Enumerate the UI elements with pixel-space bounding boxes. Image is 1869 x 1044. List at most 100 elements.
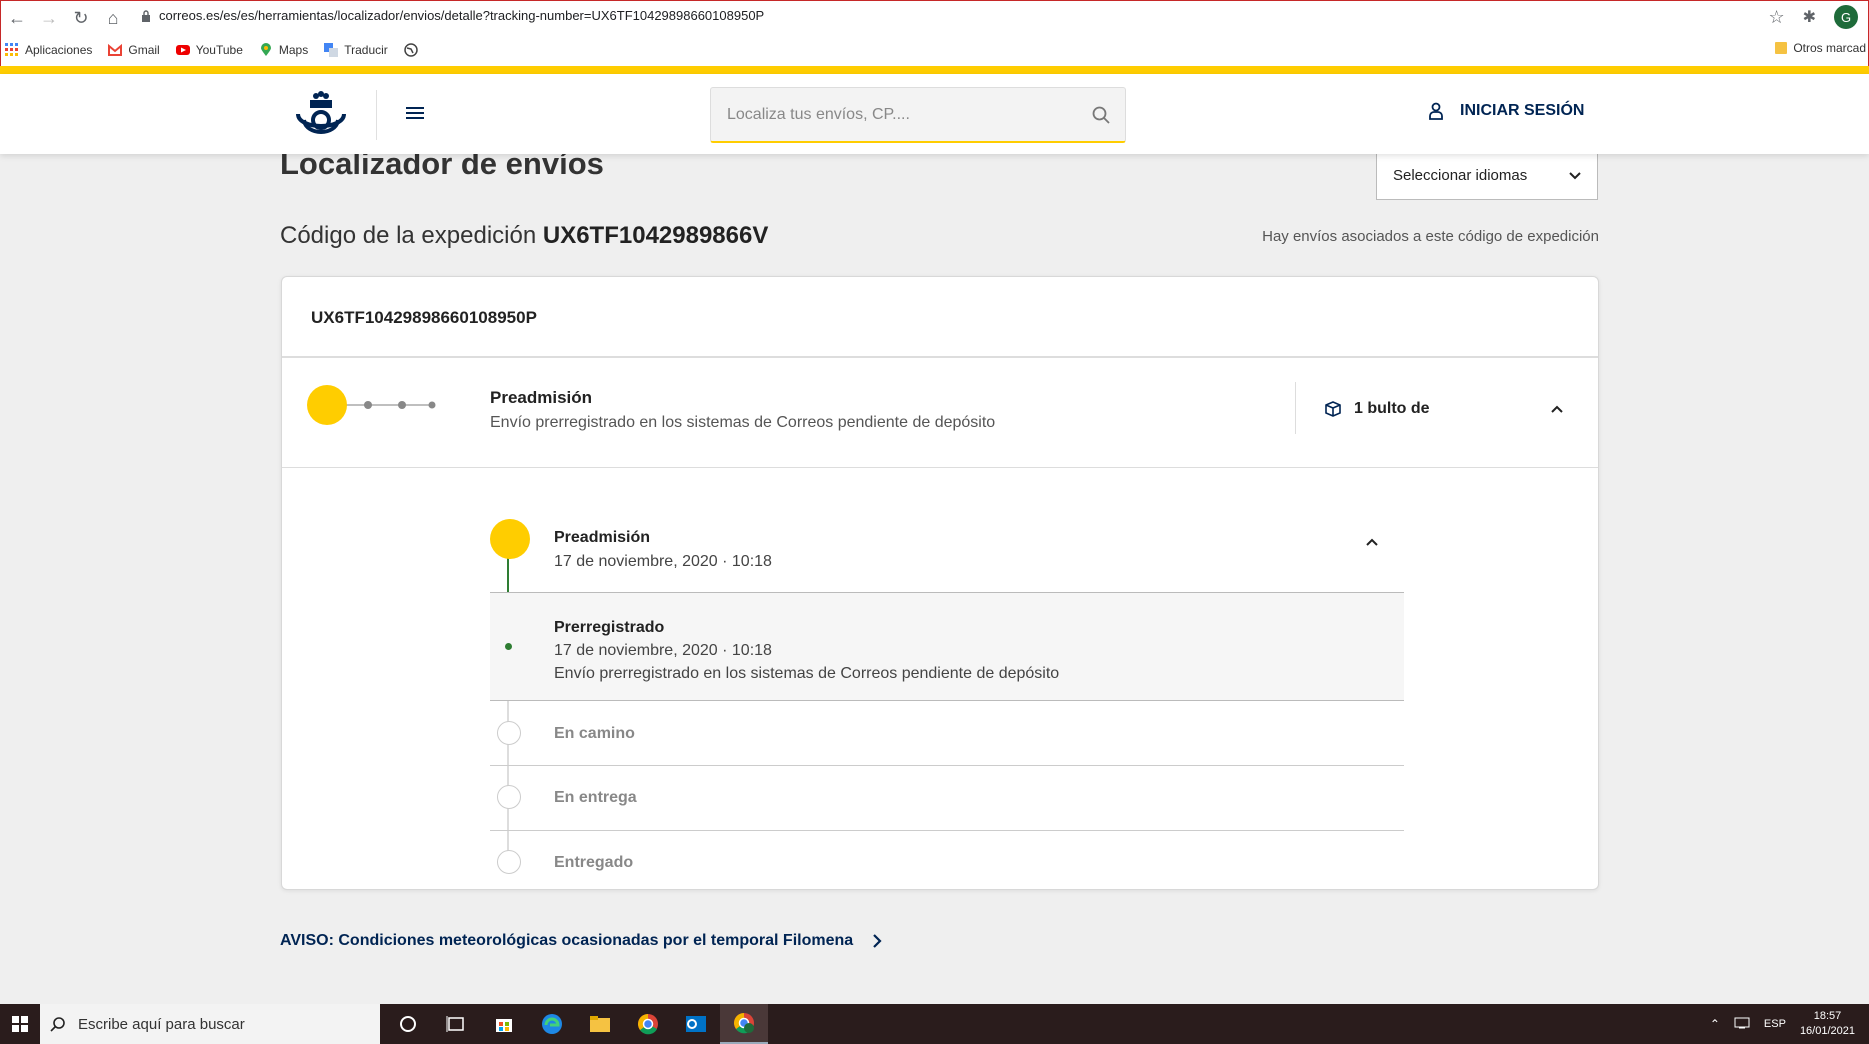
home-icon[interactable]: ⌂ xyxy=(97,2,129,34)
chrome-profile-icon[interactable] xyxy=(720,1004,768,1044)
correos-logo-icon[interactable] xyxy=(294,90,348,140)
file-explorer-icon[interactable] xyxy=(576,1004,624,1044)
bookmark-globe[interactable] xyxy=(404,43,418,57)
timeline-step-entregado: Entregado xyxy=(490,830,1404,894)
bookmark-label: Gmail xyxy=(128,43,160,57)
shipment-summary[interactable]: Preadmisión Envío prerregistrado en los … xyxy=(282,358,1598,468)
step-label: En camino xyxy=(554,725,635,742)
event-date: 17 de noviembre, 2020 · 10:18 xyxy=(554,642,772,659)
other-bookmarks-label: Otros marcad xyxy=(1793,41,1866,55)
login-label: INICIAR SESIÓN xyxy=(1460,102,1585,119)
windows-start-icon[interactable] xyxy=(0,1004,40,1044)
timeline-current-title: Preadmisión xyxy=(554,529,651,546)
folder-icon xyxy=(1775,42,1788,54)
translate-icon xyxy=(324,43,339,57)
status-description: Envío prerregistrado en los sistemas de … xyxy=(490,414,996,431)
expedition-label: Código de la expedición xyxy=(280,222,537,249)
store-icon[interactable] xyxy=(480,1004,528,1044)
reload-icon[interactable]: ↻ xyxy=(65,2,97,34)
event-title: Prerregistrado xyxy=(554,619,665,636)
timeline-step-en-camino: En camino xyxy=(490,701,1404,765)
apps-grid-icon xyxy=(5,43,18,56)
system-tray: ⌃ ESP 18:57 16/01/2021 xyxy=(1710,1004,1855,1044)
chevron-up-icon[interactable] xyxy=(1365,535,1379,549)
browser-chrome: ← → ↻ ⌂ correos.es/es/es/herramientas/lo… xyxy=(0,0,1869,68)
language-select[interactable]: Seleccionar idiomas xyxy=(1376,152,1598,200)
bookmark-maps[interactable]: Maps xyxy=(259,43,308,57)
network-icon[interactable] xyxy=(1734,1017,1750,1032)
bookmark-label: Aplicaciones xyxy=(25,43,93,57)
step-dot xyxy=(497,850,521,874)
bookmark-label: YouTube xyxy=(195,43,243,57)
bookmark-youtube[interactable]: YouTube xyxy=(175,43,243,57)
clock-time: 18:57 xyxy=(1813,1010,1842,1022)
edge-icon[interactable] xyxy=(528,1004,576,1044)
taskbar-apps xyxy=(384,1004,768,1044)
gmail-icon xyxy=(108,43,123,56)
bookmark-label: Maps xyxy=(278,43,309,57)
step-label: Entregado xyxy=(554,854,634,871)
package-icon xyxy=(1325,401,1341,417)
tray-chevron-up-icon[interactable]: ⌃ xyxy=(1710,1017,1720,1031)
site-header: Localiza tus envíos, CP.... INICIAR SESI… xyxy=(0,74,1869,154)
youtube-icon xyxy=(175,45,190,55)
expedition-code: UX6TF1042989866V xyxy=(542,222,769,249)
language-select-label: Seleccionar idiomas xyxy=(1393,167,1528,184)
bookmark-gmail[interactable]: Gmail xyxy=(108,43,160,57)
search-icon[interactable] xyxy=(1091,105,1111,125)
timeline-current-date: 17 de noviembre, 2020 · 10:18 xyxy=(554,553,772,570)
lock-icon xyxy=(142,9,150,22)
associated-shipments-note: Hay envíos asociados a este código de ex… xyxy=(1262,228,1599,245)
bookmark-label: Traducir xyxy=(344,43,388,57)
event-description: Envío prerregistrado en los sistemas de … xyxy=(554,665,1060,682)
bookmark-traducir[interactable]: Traducir xyxy=(324,43,388,57)
timeline-step-en-entrega: En entrega xyxy=(490,765,1404,829)
outlook-icon[interactable] xyxy=(672,1004,720,1044)
star-icon[interactable]: ☆ xyxy=(1768,7,1784,28)
packages-info: 1 bulto de xyxy=(1324,400,1430,418)
taskbar-search-placeholder: Escribe aquí para buscar xyxy=(78,1015,245,1033)
profile-avatar[interactable]: G xyxy=(1834,5,1858,29)
notice-text: AVISO: Condiciones meteorológicas ocasio… xyxy=(280,932,854,949)
clock[interactable]: 18:57 16/01/2021 xyxy=(1800,1009,1855,1039)
address-row: ← → ↻ ⌂ correos.es/es/es/herramientas/lo… xyxy=(1,1,1868,35)
search-placeholder: Localiza tus envíos, CP.... xyxy=(727,106,910,123)
timeline-event: Prerregistrado 17 de noviembre, 2020 · 1… xyxy=(490,592,1404,701)
extensions-icon[interactable]: ✱ xyxy=(1803,7,1816,27)
search-icon xyxy=(50,1017,65,1032)
search-input[interactable]: Localiza tus envíos, CP.... xyxy=(710,87,1126,143)
login-button[interactable]: INICIAR SESIÓN xyxy=(1428,102,1584,120)
timeline-current-dot xyxy=(490,519,530,559)
chevron-up-icon[interactable] xyxy=(1550,402,1564,416)
header-divider xyxy=(376,90,377,140)
bookmark-aplicaciones[interactable]: Aplicaciones xyxy=(5,43,92,57)
event-dot xyxy=(505,643,512,650)
step-dot xyxy=(497,721,521,745)
expedition-code-line: Código de la expedición UX6TF1042989866V xyxy=(280,222,768,250)
chrome-icon[interactable] xyxy=(624,1004,672,1044)
step-dot xyxy=(497,785,521,809)
shipment-card: UX6TF10429898660108950P Preadmisión Enví… xyxy=(281,276,1599,890)
hamburger-menu-icon[interactable] xyxy=(404,104,426,122)
task-view-icon[interactable] xyxy=(432,1004,480,1044)
progress-stepper-icon xyxy=(307,385,436,425)
user-icon xyxy=(1429,102,1443,120)
forward-arrow-icon[interactable]: → xyxy=(33,2,65,34)
chevron-down-icon xyxy=(1569,171,1581,179)
chevron-right-icon xyxy=(873,934,882,948)
windows-taskbar: Escribe aquí para buscar ⌃ ESP 18:57 16/… xyxy=(0,1004,1869,1044)
weather-notice-link[interactable]: AVISO: Condiciones meteorológicas ocasio… xyxy=(280,932,882,950)
taskbar-search-input[interactable]: Escribe aquí para buscar xyxy=(40,1004,380,1044)
other-bookmarks[interactable]: Otros marcad xyxy=(1775,41,1866,55)
summary-divider xyxy=(1295,382,1296,434)
tracking-number: UX6TF10429898660108950P xyxy=(282,277,1598,358)
status-title: Preadmisión xyxy=(490,388,593,407)
language-indicator[interactable]: ESP xyxy=(1764,1018,1786,1030)
maps-pin-icon xyxy=(260,43,271,56)
address-bar[interactable]: correos.es/es/es/herramientas/localizado… xyxy=(141,8,764,23)
back-arrow-icon[interactable]: ← xyxy=(1,2,33,34)
brand-accent-bar xyxy=(0,66,1869,74)
cortana-icon[interactable] xyxy=(384,1004,432,1044)
clock-date: 16/01/2021 xyxy=(1799,1025,1855,1037)
bookmarks-bar: Aplicaciones Gmail YouTube Maps Traducir… xyxy=(1,37,1868,63)
